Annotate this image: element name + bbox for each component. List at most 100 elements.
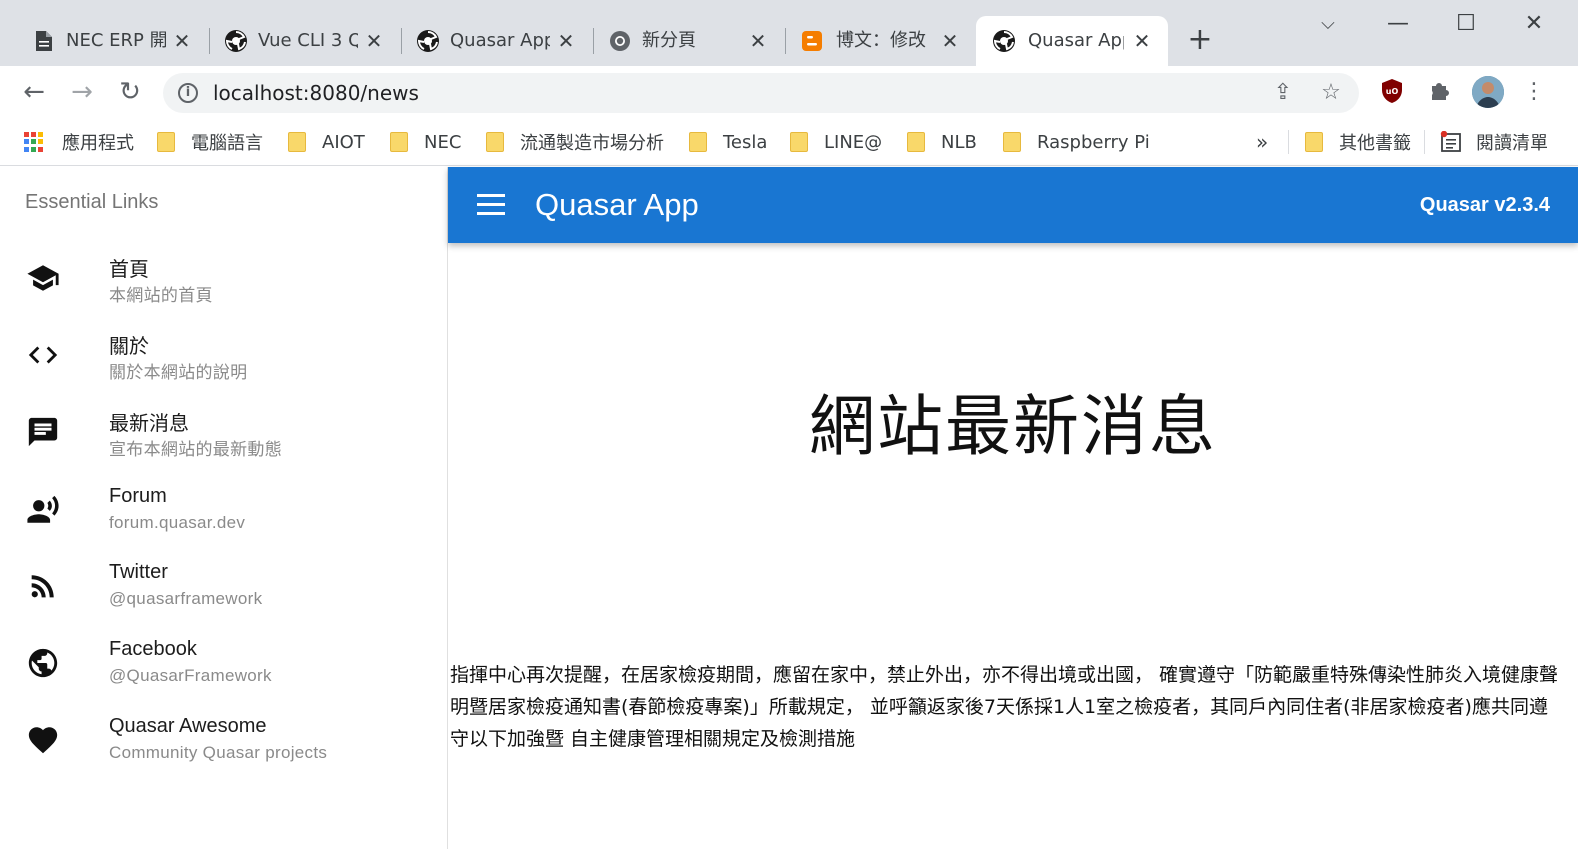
- quasar-icon: [224, 29, 248, 53]
- close-icon[interactable]: ✕: [554, 29, 578, 53]
- link-title: Facebook: [109, 638, 197, 660]
- link-title: Twitter: [109, 561, 168, 583]
- essential-link-about[interactable]: 關於 關於本網站的說明: [0, 322, 447, 398]
- bookmarks-overflow-button[interactable]: »: [1256, 128, 1268, 156]
- link-caption: 宣布本網站的最新動態: [109, 440, 282, 459]
- bookmark-folder[interactable]: 流通製造市場分析: [486, 128, 664, 156]
- record-voice-icon: [26, 493, 60, 527]
- essential-link-forum[interactable]: Forum forum.quasar.dev: [0, 477, 447, 553]
- forward-arrow-icon[interactable]: →: [66, 76, 98, 108]
- bookmark-apps[interactable]: 應用程式: [24, 128, 134, 156]
- news-body: 指揮中心再次提醒，在居家檢疫期間，應留在家中，禁止外出，亦不得出境或出國， 確實…: [450, 664, 1559, 750]
- app-header: Quasar App Quasar v2.3.4: [448, 167, 1578, 243]
- tab-title: 博文：修改: [836, 30, 926, 51]
- bookmark-folder[interactable]: NLB: [907, 128, 977, 156]
- close-icon[interactable]: ✕: [938, 29, 962, 53]
- page-title: 網站最新消息: [809, 388, 1217, 465]
- minimize-icon[interactable]: —: [1378, 8, 1418, 40]
- browser-tab-active[interactable]: Quasar App ✕: [976, 16, 1168, 66]
- folder-icon: [907, 132, 925, 152]
- reload-icon[interactable]: ↻: [114, 76, 146, 108]
- bookmark-folder[interactable]: AIOT: [288, 128, 365, 156]
- browser-tab[interactable]: Quasar App ✕: [400, 16, 594, 66]
- browser-tab-strip: NEC ERP 開 ✕ Vue CLI 3 Q ✕ Quasar App ✕ 新…: [0, 0, 1578, 66]
- chrome-icon: [608, 29, 632, 53]
- bookmark-label: 電腦語言: [191, 133, 263, 154]
- profile-avatar[interactable]: [1472, 76, 1504, 108]
- bookmark-label: Tesla: [723, 131, 768, 153]
- link-title: 首頁: [109, 259, 149, 281]
- close-icon[interactable]: ✕: [362, 29, 386, 53]
- bookmark-folder[interactable]: LINE@: [790, 128, 882, 156]
- bookmarks-bar: 應用程式 電腦語言 AIOT NEC 流通製造市場分析 Tesla LINE@ …: [0, 118, 1578, 166]
- folder-icon: [486, 132, 504, 152]
- close-icon[interactable]: ✕: [170, 29, 194, 53]
- ublock-icon[interactable]: uO: [1378, 78, 1406, 106]
- browser-tab[interactable]: 新分頁 ✕: [592, 16, 786, 66]
- essential-link-home[interactable]: 首頁 本網站的首頁: [0, 245, 447, 321]
- bookmark-folder[interactable]: NEC: [390, 128, 461, 156]
- share-icon[interactable]: ⇪: [1271, 81, 1295, 105]
- essential-link-news[interactable]: 最新消息 宣布本網站的最新動態: [0, 399, 447, 475]
- bookmark-folder[interactable]: Raspberry Pi: [1003, 128, 1150, 156]
- bookmark-label: NLB: [941, 131, 977, 153]
- extensions-puzzle-icon[interactable]: [1426, 78, 1454, 106]
- quasar-icon: [992, 29, 1016, 53]
- back-arrow-icon[interactable]: ←: [18, 76, 50, 108]
- browser-menu-kebab-icon[interactable]: ⋮: [1520, 78, 1548, 106]
- browser-tab[interactable]: NEC ERP 開 ✕: [4, 16, 210, 66]
- browser-toolbar: ← → ↻ i localhost:8080/news ⇪ ☆ uO ⋮: [0, 66, 1578, 118]
- link-caption: Community Quasar projects: [109, 743, 328, 762]
- link-caption: @QuasarFramework: [109, 666, 272, 685]
- bookmark-label: 其他書籤: [1339, 133, 1411, 154]
- folder-icon: [689, 132, 707, 152]
- tab-title: Vue CLI 3 Q: [258, 30, 358, 51]
- close-icon[interactable]: ✕: [746, 29, 770, 53]
- bookmark-label: AIOT: [322, 131, 365, 153]
- maximize-icon[interactable]: ☐: [1446, 8, 1486, 40]
- reading-list-icon: [1440, 130, 1462, 153]
- public-icon: [26, 646, 60, 680]
- close-icon[interactable]: ✕: [1130, 29, 1154, 53]
- bookmark-folder[interactable]: Tesla: [689, 128, 767, 156]
- folder-icon: [157, 132, 175, 152]
- folder-icon: [1305, 132, 1323, 152]
- link-caption: 本網站的首頁: [109, 286, 213, 305]
- browser-tab[interactable]: 博文：修改 ✕: [784, 16, 976, 66]
- folder-icon: [1003, 132, 1021, 152]
- url-text[interactable]: localhost:8080/news: [213, 73, 419, 113]
- menu-hamburger-icon[interactable]: [472, 187, 510, 223]
- address-bar[interactable]: i localhost:8080/news ⇪ ☆: [163, 73, 1359, 113]
- browser-tab[interactable]: Vue CLI 3 Q ✕: [208, 16, 402, 66]
- essential-link-quasar-awesome[interactable]: Quasar Awesome Community Quasar projects: [0, 707, 447, 783]
- bookmark-label: Raspberry Pi: [1037, 131, 1150, 153]
- quasar-icon: [416, 29, 440, 53]
- bookmark-label: 流通製造市場分析: [520, 133, 664, 154]
- essential-link-facebook[interactable]: Facebook @QuasarFramework: [0, 630, 447, 706]
- folder-icon: [390, 132, 408, 152]
- bookmark-star-icon[interactable]: ☆: [1319, 81, 1343, 105]
- essential-link-twitter[interactable]: Twitter @quasarframework: [0, 553, 447, 629]
- favorite-icon: [26, 723, 60, 757]
- drawer-header: Essential Links: [25, 191, 159, 213]
- link-title: Quasar Awesome: [109, 715, 267, 737]
- quasar-version: Quasar v2.3.4: [1419, 194, 1550, 216]
- bookmark-label: 閱讀清單: [1476, 133, 1548, 154]
- chat-icon: [26, 415, 60, 449]
- window-close-icon[interactable]: ✕: [1514, 8, 1554, 40]
- document-icon: [32, 29, 56, 53]
- other-bookmarks[interactable]: 其他書籤: [1305, 128, 1411, 156]
- bookmark-label: 應用程式: [62, 133, 134, 154]
- bookmark-label: LINE@: [824, 131, 883, 153]
- link-title: 最新消息: [109, 413, 189, 435]
- code-icon: [26, 338, 60, 372]
- link-title: Forum: [109, 485, 167, 507]
- apps-grid-icon: [24, 132, 44, 152]
- new-tab-plus-icon[interactable]: +: [1184, 24, 1216, 56]
- info-icon[interactable]: i: [178, 83, 198, 103]
- bookmark-folder[interactable]: 電腦語言: [157, 128, 263, 156]
- reading-list[interactable]: 閱讀清單: [1440, 128, 1548, 156]
- tab-title: Quasar App: [450, 30, 550, 51]
- tab-search-chevron-icon[interactable]: ⌵: [1308, 8, 1348, 40]
- link-title: 關於: [109, 336, 149, 358]
